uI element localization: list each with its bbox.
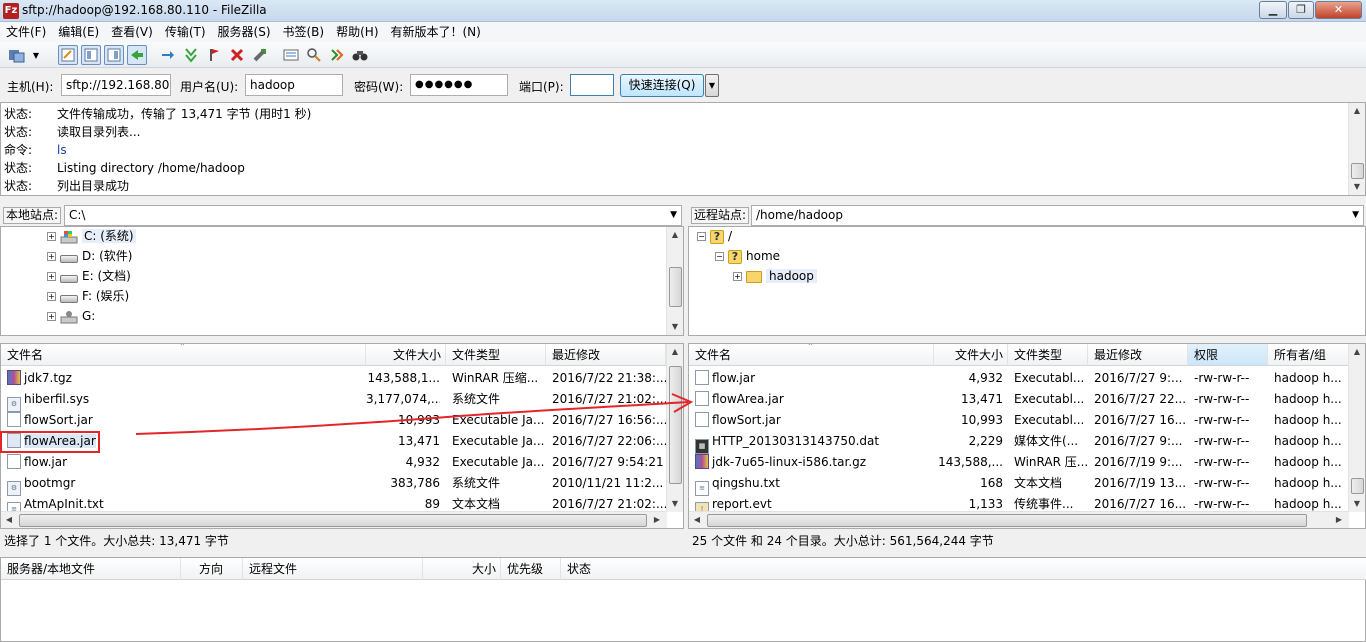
drag-arrow-annotation [135,393,694,435]
